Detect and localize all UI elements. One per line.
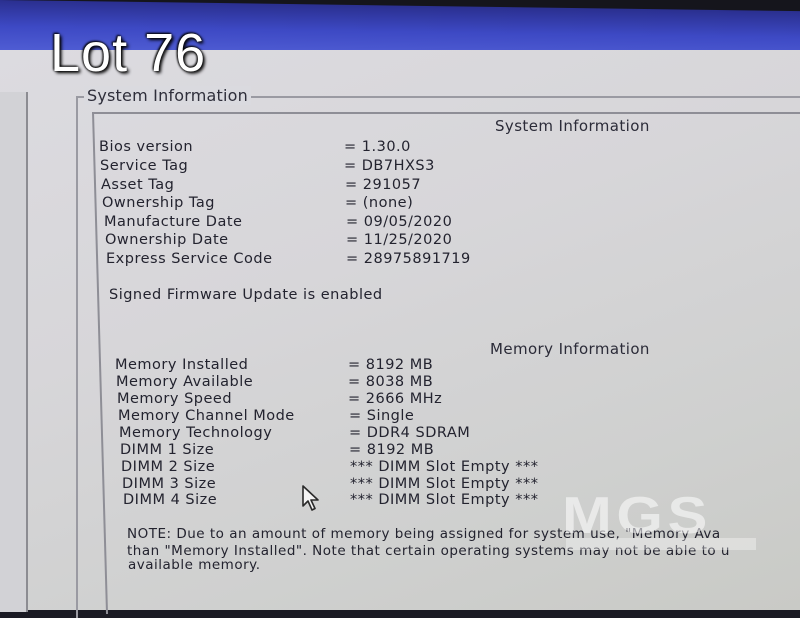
manufacture-date-value: = 09/05/2020 xyxy=(346,214,453,230)
bios-version-label: Bios version xyxy=(99,139,194,155)
lot-number-label: Lot 76 xyxy=(50,23,207,83)
firmware-update-status: Signed Firmware Update is enabled xyxy=(109,287,383,303)
group-legend: System Information xyxy=(84,86,251,105)
left-navigation-panel xyxy=(0,92,28,612)
memory-technology-label: Memory Technology xyxy=(119,425,273,441)
dimm-3-size-value: *** DIMM Slot Empty *** xyxy=(350,476,539,492)
memory-speed-value: = 2666 MHz xyxy=(348,391,443,407)
memory-technology-value: = DDR4 SDRAM xyxy=(349,425,471,441)
memory-installed-label: Memory Installed xyxy=(115,357,249,373)
asset-tag-value: = 291057 xyxy=(345,177,422,193)
manufacture-date-label: Manufacture Date xyxy=(104,214,243,230)
express-service-code-value: = 28975891719 xyxy=(346,251,471,267)
dimm-4-size-label: DIMM 4 Size xyxy=(123,492,218,508)
memory-available-label: Memory Available xyxy=(116,374,254,390)
memory-channel-mode-value: = Single xyxy=(349,408,415,424)
memory-available-value: = 8038 MB xyxy=(348,374,434,390)
memory-channel-mode-label: Memory Channel Mode xyxy=(118,408,295,424)
dimm-4-size-value: *** DIMM Slot Empty *** xyxy=(350,492,539,508)
express-service-code-label: Express Service Code xyxy=(106,251,273,267)
dimm-2-size-value: *** DIMM Slot Empty *** xyxy=(350,459,539,475)
dimm-1-size-label: DIMM 1 Size xyxy=(120,442,215,458)
dimm-2-size-label: DIMM 2 Size xyxy=(121,459,216,475)
service-tag-label: Service Tag xyxy=(100,158,189,174)
memory-installed-value: = 8192 MB xyxy=(348,357,434,373)
dimm-3-size-label: DIMM 3 Size xyxy=(122,476,217,492)
ownership-date-label: Ownership Date xyxy=(105,232,229,248)
mouse-pointer-icon xyxy=(302,485,319,511)
memory-speed-label: Memory Speed xyxy=(117,391,233,407)
system-info-title: System Information xyxy=(495,117,650,135)
bios-version-value: = 1.30.0 xyxy=(344,139,411,155)
ownership-date-value: = 11/25/2020 xyxy=(346,232,453,248)
service-tag-value: = DB7HXS3 xyxy=(344,158,435,174)
mgs-watermark-logo: MGS xyxy=(562,487,713,545)
asset-tag-label: Asset Tag xyxy=(101,177,175,193)
dimm-1-size-value: = 8192 MB xyxy=(349,442,435,458)
memory-note-line-3: available memory. xyxy=(128,557,261,573)
memory-info-title: Memory Information xyxy=(490,340,650,358)
ownership-tag-label: Ownership Tag xyxy=(102,195,215,211)
ownership-tag-value: = (none) xyxy=(345,195,414,211)
watermark-underline xyxy=(566,538,756,550)
